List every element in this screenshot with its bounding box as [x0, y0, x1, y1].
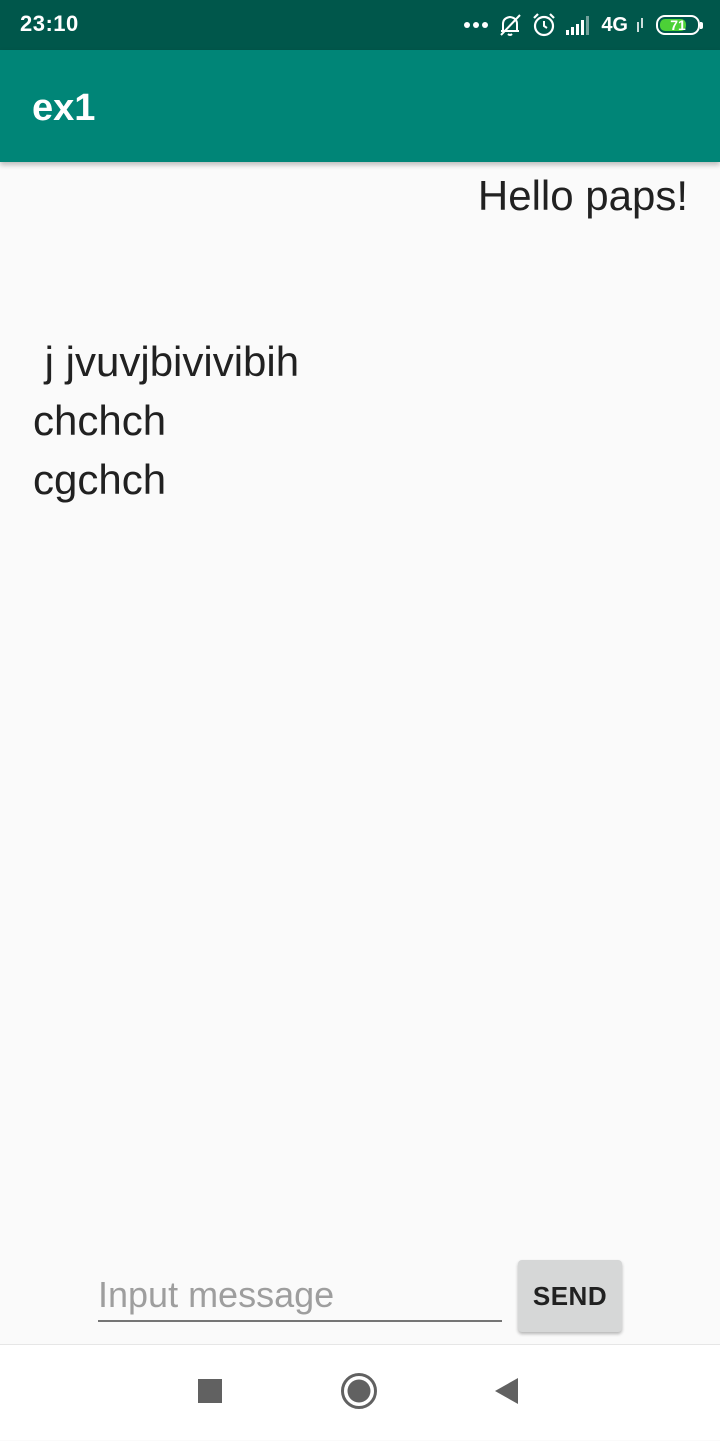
home-circle-icon: [340, 1372, 378, 1415]
battery-level: 71: [670, 17, 686, 33]
recents-square-icon: [198, 1378, 222, 1408]
status-time: 23:10: [20, 11, 79, 36]
app-bar: ex1: [0, 50, 720, 162]
outgoing-message: j jvuvjbivivibih chchch cgchch: [33, 338, 300, 503]
status-icons: 4G 71: [463, 10, 703, 40]
composer: SEND: [0, 1242, 720, 1344]
bell-off-icon: [497, 12, 523, 38]
more-dots-icon: [463, 21, 489, 29]
incoming-message: Hello paps!: [477, 172, 688, 219]
app-title: ex1: [32, 87, 96, 129]
signal-icon: [565, 14, 593, 36]
send-button[interactable]: SEND: [518, 1260, 622, 1332]
network-type: 4G: [601, 14, 628, 36]
status-bar: 23:10 4G 71: [0, 0, 720, 50]
battery-tip: [700, 22, 703, 29]
message-input[interactable]: [98, 1270, 502, 1322]
recents-button[interactable]: [170, 1345, 250, 1441]
back-triangle-icon: [493, 1377, 519, 1410]
alarm-icon: [531, 12, 557, 38]
battery-icon: 71: [656, 15, 703, 35]
back-button[interactable]: [466, 1345, 546, 1441]
message-list[interactable]: Hello paps! j jvuvjbivivibih chchch cgch…: [0, 162, 720, 1242]
data-arrows-icon: [636, 18, 644, 32]
home-button[interactable]: [319, 1345, 399, 1441]
navigation-bar: [0, 1344, 720, 1440]
